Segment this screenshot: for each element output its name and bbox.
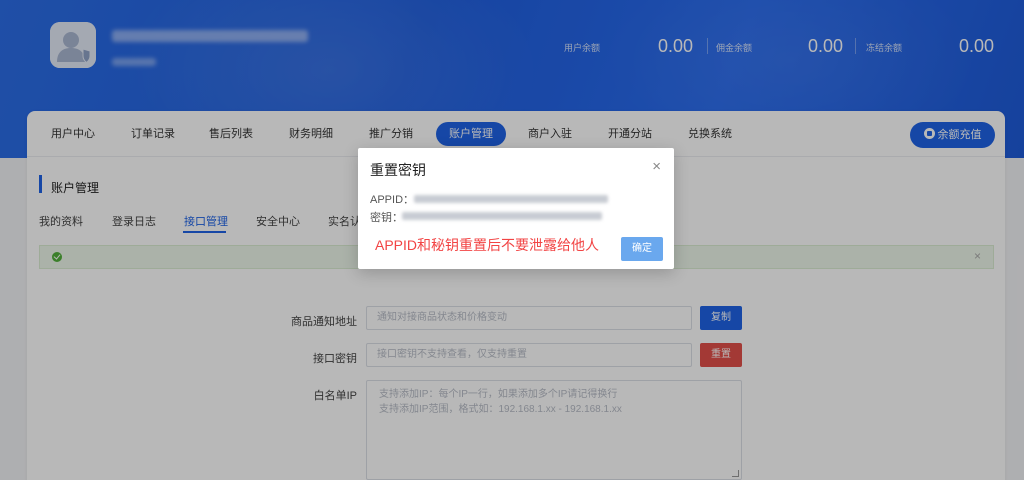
warning-text: APPID和秘钥重置后不要泄露给他人 (375, 237, 600, 253)
appid-value-redacted (414, 195, 608, 203)
secret-label: 密钥： (370, 212, 403, 224)
confirm-button[interactable]: 确定 (621, 237, 663, 261)
secret-value-redacted (402, 212, 602, 220)
close-icon[interactable]: × (652, 158, 661, 175)
reset-secret-dialog: 重置密钥 × APPID： 密钥： APPID和秘钥重置后不要泄露给他人 确定 (358, 148, 674, 269)
appid-label: APPID： (370, 194, 415, 206)
dialog-title: 重置密钥 (370, 162, 426, 178)
